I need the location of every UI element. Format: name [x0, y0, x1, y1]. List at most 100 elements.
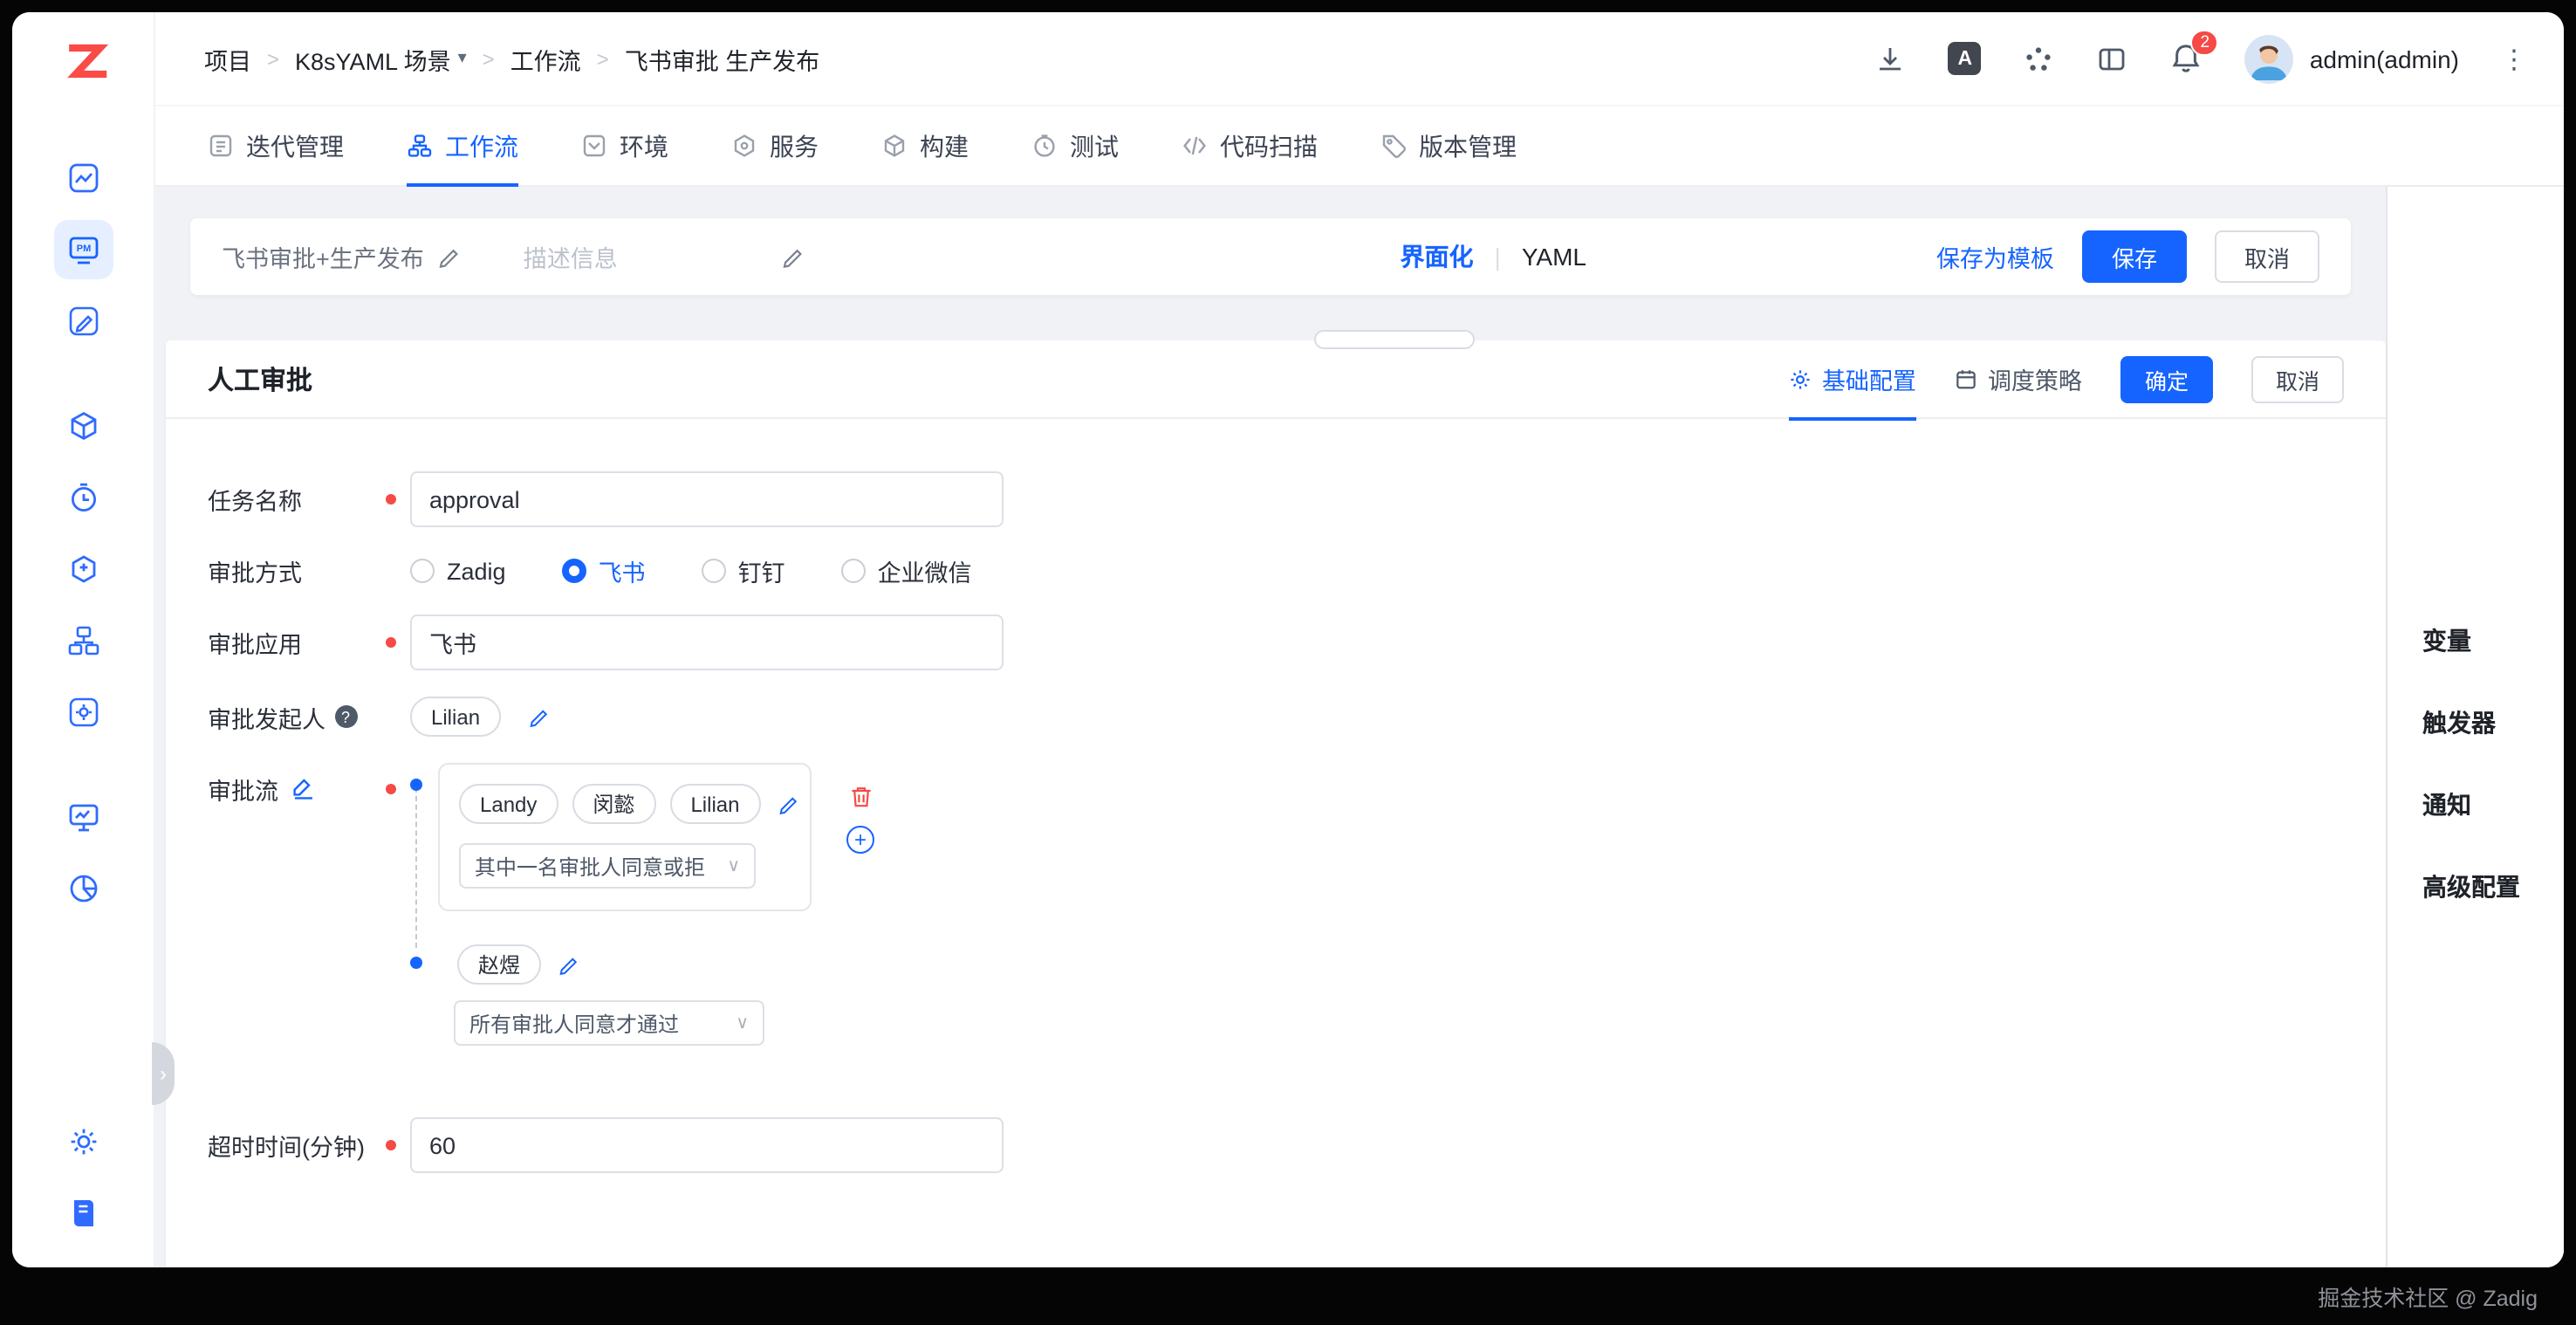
- sidebar-item-integration[interactable]: [53, 683, 113, 742]
- mode-divider: |: [1495, 243, 1501, 271]
- rail-item-variables[interactable]: 变量: [2422, 623, 2564, 658]
- apps-button[interactable]: [2024, 43, 2055, 74]
- zadig-logo-icon: [57, 35, 109, 87]
- edit-approvers-icon[interactable]: [558, 954, 579, 975]
- edit-description-icon[interactable]: [782, 245, 805, 268]
- panel-cancel-button[interactable]: 取消: [2251, 355, 2344, 402]
- form-row-initiator: 审批发起人? Lilian: [208, 697, 2386, 737]
- tab-service[interactable]: 服务: [731, 106, 819, 185]
- approval-app-label: 审批应用: [208, 625, 302, 660]
- sidebar-item-edit[interactable]: [53, 292, 113, 351]
- form-row-task-name: 任务名称: [208, 471, 2386, 527]
- radio-dingtalk[interactable]: 钉钉: [702, 553, 785, 588]
- breadcrumb-projects[interactable]: 项目: [204, 41, 251, 76]
- breadcrumb-separator: >: [597, 46, 609, 71]
- avatar-image: [2245, 34, 2294, 83]
- approval-rule-select[interactable]: 所有审批人同意才通过 ∨: [454, 1000, 764, 1046]
- edit-initiator-icon[interactable]: [529, 706, 550, 727]
- toolbar-actions: 保存为模板 保存 取消: [1936, 230, 2319, 283]
- timeout-input[interactable]: [410, 1117, 1004, 1173]
- workflow-description-placeholder: 描述信息: [524, 239, 768, 274]
- stage-actions: +: [846, 784, 874, 854]
- approval-flow-list: Landy 闵懿 Lilian 其中一名审批人同意或拒 ∨: [410, 763, 812, 1075]
- initiator-tag: Lilian: [410, 697, 501, 737]
- chevron-down-icon: ∨: [727, 856, 740, 875]
- projects-pm-icon: PM: [65, 232, 100, 267]
- approver-tag: 闵懿: [572, 784, 655, 824]
- main-column: 项目 > K8sYAML 场景 ▾ > 工作流 > 飞书审批 生产发布 A: [155, 12, 2564, 1267]
- required-dot: [386, 784, 396, 794]
- rail-item-triggers[interactable]: 触发器: [2422, 705, 2564, 740]
- rail-item-advanced[interactable]: 高级配置: [2422, 869, 2564, 904]
- radio-zadig[interactable]: Zadig: [410, 558, 506, 584]
- approval-stage-2: 赵煜 所有审批人同意才通过 ∨: [438, 941, 812, 1046]
- tab-workflow[interactable]: 工作流: [407, 106, 518, 185]
- service-icon: [731, 133, 757, 159]
- sidebar-item-pipeline[interactable]: [53, 611, 113, 670]
- package-box-icon: [65, 408, 100, 443]
- tab-test[interactable]: 测试: [1031, 106, 1119, 185]
- tab-iteration[interactable]: 迭代管理: [208, 106, 344, 185]
- sidebar-item-monitor[interactable]: [53, 787, 113, 847]
- rail-item-notifications[interactable]: 通知: [2422, 787, 2564, 822]
- right-rail: 变量 触发器 通知 高级配置: [2386, 187, 2564, 1267]
- edit-approvers-icon[interactable]: [778, 793, 799, 814]
- task-name-input[interactable]: [410, 471, 1004, 527]
- approval-flow-config-icon[interactable]: [291, 777, 315, 801]
- tab-code-scan[interactable]: 代码扫描: [1182, 106, 1318, 185]
- module-tabbar: 迭代管理 工作流 环境 服务 构建 测试 代码扫描 版本管理: [155, 106, 2564, 187]
- help-icon[interactable]: ?: [334, 705, 357, 728]
- sidebar-item-docs[interactable]: [53, 1184, 113, 1243]
- tab-schedule-policy[interactable]: 调度策略: [1955, 340, 2082, 418]
- sidebar-item-settings[interactable]: [53, 1112, 113, 1171]
- radio-icon: [562, 559, 586, 583]
- panel-drag-handle[interactable]: [1314, 330, 1475, 349]
- chevron-down-icon: ∨: [736, 1013, 749, 1033]
- mode-ui-tab[interactable]: 界面化: [1401, 239, 1474, 274]
- tab-label: 代码扫描: [1220, 128, 1318, 163]
- translate-button[interactable]: A: [1949, 42, 1982, 75]
- radio-wecom[interactable]: 企业微信: [841, 553, 972, 588]
- confirm-button[interactable]: 确定: [2120, 355, 2213, 402]
- sidebar-item-insight[interactable]: [53, 148, 113, 208]
- zadig-logo[interactable]: [55, 33, 111, 89]
- approval-rule-value: 其中一名审批人同意或拒: [475, 851, 720, 881]
- download-button[interactable]: [1875, 43, 1907, 74]
- sidebar-item-test[interactable]: [53, 468, 113, 527]
- mode-yaml-tab[interactable]: YAML: [1522, 243, 1586, 271]
- tab-label: 版本管理: [1419, 128, 1517, 163]
- radio-lark[interactable]: 飞书: [562, 553, 646, 588]
- sidebar-item-build[interactable]: [53, 539, 113, 599]
- tab-version[interactable]: 版本管理: [1380, 106, 1517, 185]
- approval-rule-select[interactable]: 其中一名审批人同意或拒 ∨: [459, 843, 756, 889]
- tab-label: 工作流: [445, 128, 518, 163]
- sidebar-item-report[interactable]: [53, 859, 113, 918]
- breadcrumb-separator: >: [483, 46, 495, 71]
- edit-name-icon[interactable]: [438, 245, 461, 268]
- save-button[interactable]: 保存: [2082, 230, 2187, 283]
- layout-button[interactable]: [2097, 43, 2128, 74]
- workflow-icon: [407, 133, 433, 159]
- sidebar: PM ›: [12, 12, 155, 1267]
- more-menu-button[interactable]: ⋮: [2501, 43, 2529, 74]
- sidebar-item-projects[interactable]: PM: [53, 220, 113, 279]
- breadcrumb-project-switcher[interactable]: K8sYAML 场景 ▾: [295, 41, 467, 76]
- user-menu[interactable]: admin(admin): [2245, 34, 2459, 83]
- tab-build[interactable]: 构建: [881, 106, 969, 185]
- toolbar-cancel-button[interactable]: 取消: [2215, 230, 2319, 283]
- approval-app-input[interactable]: [410, 614, 1004, 670]
- sidebar-item-delivery[interactable]: [53, 396, 113, 456]
- approval-stage-1: Landy 闵懿 Lilian 其中一名审批人同意或拒 ∨: [438, 763, 812, 911]
- notifications-button[interactable]: 2: [2170, 42, 2203, 75]
- download-icon: [1875, 43, 1907, 74]
- tab-basic-config[interactable]: 基础配置: [1789, 340, 1916, 418]
- breadcrumb-workflows[interactable]: 工作流: [510, 41, 581, 76]
- delete-stage-icon[interactable]: [847, 784, 874, 810]
- add-stage-icon[interactable]: +: [846, 826, 874, 854]
- save-as-template-link[interactable]: 保存为模板: [1936, 239, 2054, 274]
- radio-label: 飞书: [599, 553, 646, 588]
- tab-environment[interactable]: 环境: [581, 106, 668, 185]
- approver-tag: Landy: [459, 784, 558, 824]
- required-dot: [386, 494, 396, 505]
- timeout-label: 超时时间(分钟): [208, 1128, 365, 1163]
